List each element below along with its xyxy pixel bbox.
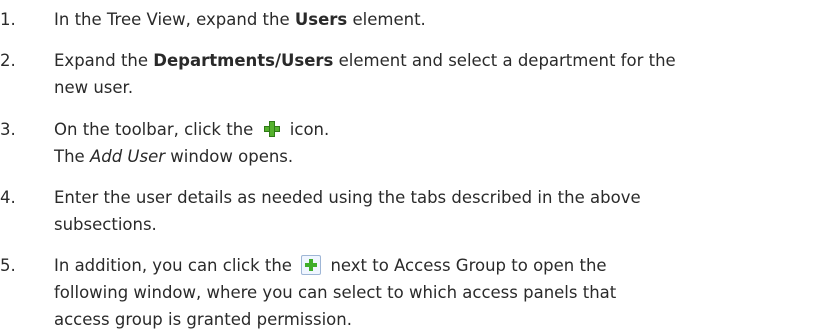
result-note-pre: The [54, 147, 90, 166]
step-5: 5. In addition, you can click the next t… [0, 252, 818, 333]
step-text: In addition, you can click the next to A… [54, 252, 814, 333]
step-text-pre: In the Tree View, expand the [54, 10, 295, 29]
step-text-line2: new user. [54, 78, 134, 97]
step-text-pre: On the toolbar, click the [54, 120, 259, 139]
step-number: 3. [0, 120, 16, 139]
step-text-post: next to Access Group to open the [325, 256, 607, 275]
step-4: 4. Enter the user details as needed usin… [0, 184, 818, 238]
step-text: Enter the user details as needed using t… [54, 184, 814, 238]
step-text-line3: access group is granted permission. [54, 310, 352, 329]
step-number: 4. [0, 188, 16, 207]
step-number: 1. [0, 10, 16, 29]
step-text-post: element and select a department for the [333, 51, 676, 70]
step-text: On the toolbar, click the icon. The Add U… [54, 116, 814, 170]
step-number: 2. [0, 51, 16, 70]
step-text-post: element. [347, 10, 426, 29]
step-text-line2: subsections. [54, 215, 157, 234]
step-text: In the Tree View, expand the Users eleme… [54, 6, 814, 33]
window-name: Add User [89, 147, 166, 166]
step-text: Expand the Departments/Users element and… [54, 47, 814, 101]
step-2: 2. Expand the Departments/Users element … [0, 47, 818, 101]
step-3: 3. On the toolbar, click the icon. The Ad… [0, 116, 818, 170]
step-text-post: icon. [284, 120, 330, 139]
add-icon [263, 120, 281, 138]
step-text-pre: In addition, you can click the [54, 256, 298, 275]
ui-element-name: Users [294, 10, 348, 29]
step-text-line1: Enter the user details as needed using t… [54, 188, 641, 207]
add-box-icon [301, 255, 322, 275]
step-number: 5. [0, 256, 16, 275]
step-text-pre: Expand the [54, 51, 154, 70]
step-text-line2: following window, where you can select t… [54, 283, 617, 302]
result-note-rest: window opens. [165, 147, 294, 166]
step-1: 1. In the Tree View, expand the Users el… [0, 6, 818, 33]
ui-element-name: Departments/Users [153, 51, 334, 70]
